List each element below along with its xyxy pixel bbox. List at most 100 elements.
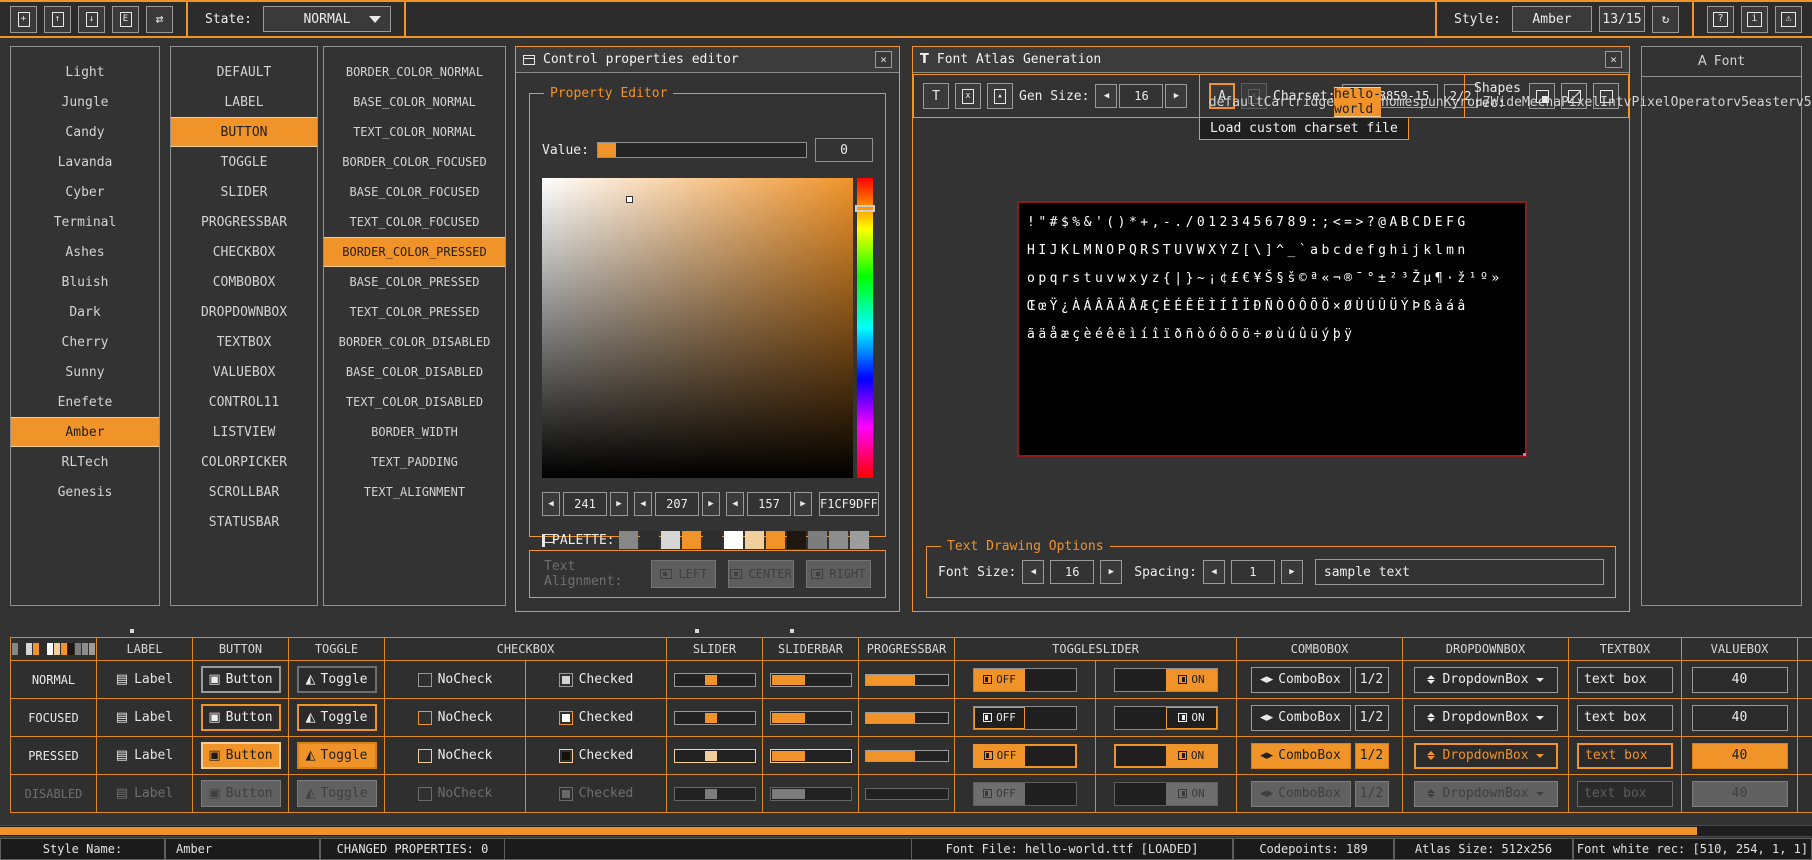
palette-swatch[interactable] [745, 531, 764, 549]
control-list-item[interactable]: COMBOBOX [171, 267, 317, 297]
align-left-button[interactable]: LEFT [651, 560, 716, 588]
property-list-item[interactable]: TEXT_ALIGNMENT [324, 477, 505, 507]
control-list-item[interactable]: SLIDER [171, 177, 317, 207]
editor-titlebar[interactable]: Control properties editor × [516, 47, 899, 73]
palette-swatch[interactable] [829, 531, 848, 549]
combobox-control[interactable]: ◂▸ComboBox1/2 [1251, 743, 1389, 769]
palette-swatch[interactable] [640, 531, 659, 549]
palette-swatch[interactable] [787, 531, 806, 549]
combobox-control[interactable]: ◂▸ComboBox1/2 [1251, 705, 1389, 731]
palette-swatch[interactable] [724, 531, 743, 549]
sliderbar-control[interactable] [770, 749, 852, 763]
gen-size-decrement[interactable]: ◀ [1095, 84, 1117, 108]
control-list-item[interactable]: DROPDOWNBOX [171, 297, 317, 327]
font-list-item[interactable]: v5easter [1733, 87, 1796, 117]
control-list-item[interactable]: BUTTON [171, 117, 317, 147]
align-center-button[interactable]: CENTER [728, 560, 793, 588]
control-list-item[interactable]: LISTVIEW [171, 417, 317, 447]
dropdownbox-control[interactable]: DropdownBox [1414, 743, 1558, 769]
font-list-item[interactable]: PixelOperator [1632, 87, 1734, 117]
control-list-item[interactable]: DEFAULT [171, 57, 317, 87]
open-file-button[interactable]: ↑ [44, 6, 71, 33]
button-control[interactable]: ▣Button [201, 780, 281, 807]
help-button[interactable]: ? [1707, 6, 1734, 33]
toggleslider-off[interactable]: OFF [973, 706, 1077, 730]
font-list-item[interactable]: v5loxical [1796, 87, 1812, 117]
green-increment-button[interactable]: ▶ [702, 492, 720, 516]
green-decrement-button[interactable]: ◀ [634, 492, 652, 516]
control-list-item[interactable]: CHECKBOX [171, 237, 317, 267]
toggle-control[interactable]: ◭Toggle [297, 704, 377, 731]
control-list-item[interactable]: PROGRESSBAR [171, 207, 317, 237]
style-list-item[interactable]: Lavanda [11, 147, 159, 177]
property-list-item[interactable]: BASE_COLOR_PRESSED [324, 267, 505, 297]
palette-swatch[interactable] [850, 531, 869, 549]
blue-decrement-button[interactable]: ◀ [726, 492, 744, 516]
reload-style-button[interactable]: ↻ [1652, 6, 1679, 33]
slider-control[interactable] [674, 787, 756, 801]
style-list-item[interactable]: Genesis [11, 477, 159, 507]
palette-swatch[interactable] [766, 531, 785, 549]
slider-control[interactable] [674, 673, 756, 687]
style-list-item[interactable]: Enefete [11, 387, 159, 417]
close-icon[interactable]: × [1605, 51, 1622, 68]
sliderbar-control[interactable] [770, 711, 852, 725]
font-list-item[interactable]: Mecha [1522, 87, 1561, 117]
toggle-control[interactable]: ◭Toggle [297, 666, 377, 693]
dropdownbox-control[interactable]: DropdownBox [1414, 705, 1558, 731]
new-file-button[interactable]: + [10, 6, 37, 33]
font-size-box[interactable]: 16 [1050, 560, 1094, 584]
palette-swatch[interactable] [661, 531, 680, 549]
spacing-decrement[interactable]: ◀ [1203, 560, 1225, 584]
toggleslider-off[interactable]: OFF [973, 668, 1077, 692]
toggle-control[interactable]: ◭Toggle [297, 742, 377, 769]
property-list-item[interactable]: BORDER_COLOR_NORMAL [324, 57, 505, 87]
color-picker-cursor[interactable] [626, 196, 633, 203]
checkbox-unchecked[interactable]: NoCheck [418, 710, 493, 725]
checkbox-checked[interactable]: Checked [559, 672, 634, 687]
font-list-item[interactable]: Kyrou7Wide [1444, 87, 1522, 117]
save-file-button[interactable]: ↓ [78, 6, 105, 33]
property-list-item[interactable]: TEXT_COLOR_NORMAL [324, 117, 505, 147]
dropdownbox-control[interactable]: DropdownBox [1414, 781, 1558, 807]
palette-swatch[interactable] [619, 531, 638, 549]
slider-control[interactable] [674, 711, 756, 725]
property-list-item[interactable]: TEXT_COLOR_PRESSED [324, 297, 505, 327]
slider-knob[interactable] [705, 789, 717, 799]
checkbox-unchecked[interactable]: NoCheck [418, 672, 493, 687]
gen-size-increment[interactable]: ▶ [1165, 84, 1187, 108]
blue-increment-button[interactable]: ▶ [794, 492, 812, 516]
checkbox-checked[interactable]: Checked [559, 710, 634, 725]
palette-swatch[interactable] [703, 531, 722, 549]
close-icon[interactable]: × [875, 51, 892, 68]
style-list-item[interactable]: Candy [11, 117, 159, 147]
control-list-item[interactable]: TOGGLE [171, 147, 317, 177]
hue-bar-handle[interactable] [855, 205, 875, 212]
style-list-item[interactable]: Ashes [11, 237, 159, 267]
red-value-box[interactable]: 241 [563, 492, 607, 516]
slider-knob[interactable] [705, 675, 717, 685]
style-list-item[interactable]: RLTech [11, 447, 159, 477]
red-decrement-button[interactable]: ◀ [542, 492, 560, 516]
textbox-control[interactable]: text box [1577, 743, 1673, 769]
font-list-item[interactable]: Cartridge [1264, 87, 1334, 117]
font-list-item[interactable]: homespun [1381, 87, 1444, 117]
style-name-box[interactable]: Amber [1512, 6, 1592, 32]
font-list-item[interactable]: PixelIntv [1561, 87, 1631, 117]
checkbox-unchecked[interactable]: NoCheck [418, 786, 493, 801]
font-list-item[interactable]: default [1209, 87, 1264, 117]
valuebox-control[interactable]: 40 [1692, 705, 1788, 731]
clear-font-button[interactable]: x [955, 83, 981, 109]
control-list-item[interactable]: SCROLLBAR [171, 477, 317, 507]
style-list-item[interactable]: Sunny [11, 357, 159, 387]
font-size-decrement[interactable]: ◀ [1022, 560, 1044, 584]
control-list-item[interactable]: COLORPICKER [171, 447, 317, 477]
spacing-increment[interactable]: ▶ [1281, 560, 1303, 584]
toggleslider-on[interactable]: ON [1114, 744, 1218, 768]
checkbox-checked[interactable]: Checked [559, 786, 634, 801]
sliderbar-control[interactable] [770, 673, 852, 687]
property-list-item[interactable]: TEXT_COLOR_FOCUSED [324, 207, 505, 237]
style-list-item[interactable]: Dark [11, 297, 159, 327]
red-increment-button[interactable]: ▶ [610, 492, 628, 516]
checkbox-unchecked[interactable]: NoCheck [418, 748, 493, 763]
